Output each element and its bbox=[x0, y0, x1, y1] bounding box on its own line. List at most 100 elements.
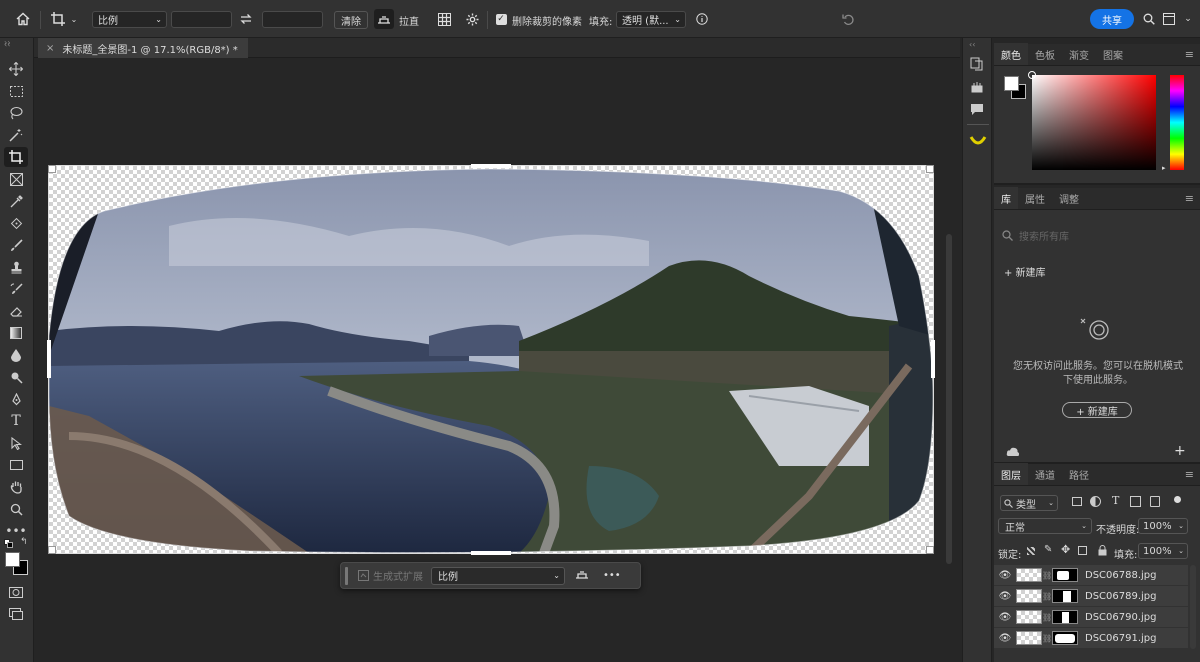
hue-slider[interactable] bbox=[1170, 75, 1184, 170]
lock-artboard-icon[interactable] bbox=[1078, 546, 1087, 555]
lasso-tool-icon[interactable] bbox=[4, 103, 28, 123]
crop-handle-bottom[interactable] bbox=[471, 551, 511, 555]
crop-tool-icon[interactable] bbox=[4, 147, 28, 167]
tab-gradients[interactable]: 渐变 bbox=[1062, 43, 1096, 65]
fill-select[interactable]: 透明 (默... ⌄ bbox=[616, 11, 686, 28]
add-icon[interactable]: + bbox=[1174, 443, 1186, 459]
path-selection-icon[interactable] bbox=[4, 433, 28, 453]
width-input[interactable] bbox=[171, 11, 232, 28]
collapse-icon[interactable]: ‹‹ bbox=[969, 40, 975, 49]
eyedropper-icon[interactable] bbox=[4, 191, 28, 211]
more-options-button[interactable]: ••• bbox=[603, 570, 621, 581]
brush-tool-icon[interactable] bbox=[4, 235, 28, 255]
workspace-icon[interactable] bbox=[1160, 9, 1178, 29]
visibility-eye-icon[interactable]: 👁 bbox=[994, 591, 1016, 602]
zoom-tool-icon[interactable] bbox=[4, 499, 28, 519]
rectangle-tool-icon[interactable] bbox=[4, 455, 28, 475]
link-icon[interactable]: ⛓ bbox=[1042, 613, 1052, 622]
home-icon[interactable] bbox=[12, 9, 34, 29]
hand-tool-icon[interactable] bbox=[4, 477, 28, 497]
filter-pixel-icon[interactable] bbox=[1072, 497, 1082, 506]
document-tab[interactable]: × 未标题_全景图-1 @ 17.1%(RGB/8*) * bbox=[38, 38, 248, 58]
color-field[interactable] bbox=[1028, 71, 1156, 170]
history-brush-icon[interactable] bbox=[4, 279, 28, 299]
layer-row[interactable]: 👁 ⛓ DSC06788.jpg bbox=[994, 565, 1188, 585]
lock-transparency-icon[interactable] bbox=[1027, 547, 1035, 555]
tab-properties[interactable]: 属性 bbox=[1018, 187, 1052, 209]
crop-tool-preset-icon[interactable]: ⌄ bbox=[47, 9, 81, 29]
context-ratio-select[interactable]: 比例 ⌄ bbox=[431, 566, 565, 585]
height-input[interactable] bbox=[262, 11, 323, 28]
filter-smart-object-icon[interactable] bbox=[1150, 496, 1160, 507]
opacity-input[interactable]: 100% ⌄ bbox=[1138, 518, 1188, 534]
straighten-icon[interactable] bbox=[575, 568, 589, 583]
lock-pixels-icon[interactable]: ✎ bbox=[1044, 544, 1052, 555]
generative-expand-button[interactable]: 生成式扩展 bbox=[358, 568, 423, 583]
straighten-icon[interactable] bbox=[374, 9, 394, 29]
new-library-link[interactable]: + 新建库 bbox=[1004, 264, 1046, 279]
layer-row[interactable]: 👁 ⛓ DSC06791.jpg bbox=[994, 628, 1188, 648]
layer-row[interactable]: 👁 ⛓ DSC06790.jpg bbox=[994, 607, 1188, 627]
type-tool-icon[interactable]: T bbox=[4, 411, 28, 431]
crop-handle-bottom-right[interactable] bbox=[926, 546, 934, 554]
layer-row[interactable]: 👁 ⛓ DSC06789.jpg bbox=[994, 586, 1188, 606]
panel-menu-icon[interactable]: ≡ bbox=[1185, 468, 1200, 481]
tab-swatches[interactable]: 色板 bbox=[1028, 43, 1062, 65]
fill-input[interactable]: 100% ⌄ bbox=[1138, 543, 1188, 559]
swap-icon[interactable] bbox=[236, 9, 256, 29]
blur-tool-icon[interactable] bbox=[4, 345, 28, 365]
cloud-sync-icon[interactable] bbox=[1006, 447, 1020, 460]
tab-color[interactable]: 颜色 bbox=[994, 43, 1028, 65]
gradient-tool-icon[interactable] bbox=[4, 323, 28, 343]
filter-adjustment-icon[interactable] bbox=[1090, 496, 1101, 507]
layer-mask-thumbnail[interactable] bbox=[1052, 589, 1078, 603]
undo-reset-icon[interactable] bbox=[838, 9, 858, 29]
blend-mode-select[interactable]: 正常 ⌄ bbox=[998, 518, 1092, 534]
delete-cropped-checkbox[interactable]: ✓ bbox=[494, 9, 508, 29]
fg-bg-color-chips[interactable] bbox=[1003, 75, 1029, 101]
tab-adjustments[interactable]: 调整 bbox=[1052, 187, 1086, 209]
lock-all-icon[interactable] bbox=[1098, 545, 1107, 559]
new-library-button[interactable]: + 新建库 bbox=[1062, 402, 1132, 418]
plugin-icon[interactable] bbox=[969, 134, 987, 151]
actions-icon[interactable] bbox=[970, 81, 984, 96]
chevron-down-icon[interactable]: ⌄ bbox=[1180, 9, 1196, 29]
pen-tool-icon[interactable] bbox=[4, 389, 28, 409]
crop-handle-left[interactable] bbox=[47, 340, 51, 378]
crop-handle-right[interactable] bbox=[931, 340, 935, 378]
visibility-eye-icon[interactable]: 👁 bbox=[994, 633, 1016, 644]
tab-channels[interactable]: 通道 bbox=[1028, 463, 1062, 485]
healing-brush-icon[interactable] bbox=[4, 213, 28, 233]
filter-toggle-icon[interactable] bbox=[1174, 496, 1181, 503]
tab-paths[interactable]: 路径 bbox=[1062, 463, 1096, 485]
link-icon[interactable]: ⛓ bbox=[1042, 571, 1052, 580]
swap-colors-icon[interactable]: ↰ bbox=[20, 537, 28, 547]
vertical-scrollbar[interactable] bbox=[946, 234, 952, 564]
crop-handle-top-left[interactable] bbox=[48, 165, 56, 173]
panel-menu-icon[interactable]: ≡ bbox=[1185, 192, 1200, 205]
comments-icon[interactable] bbox=[970, 103, 984, 119]
link-icon[interactable]: ⛓ bbox=[1042, 592, 1052, 601]
crop-frame[interactable] bbox=[48, 165, 934, 554]
color-swatches[interactable] bbox=[4, 551, 30, 577]
filter-shape-icon[interactable] bbox=[1130, 496, 1141, 507]
crop-handle-top-right[interactable] bbox=[926, 165, 934, 173]
overlay-grid-icon[interactable] bbox=[434, 9, 454, 29]
document-tab-close-icon[interactable]: × bbox=[46, 43, 54, 54]
move-tool-icon[interactable] bbox=[4, 59, 28, 79]
visibility-eye-icon[interactable]: 👁 bbox=[994, 612, 1016, 623]
info-icon[interactable] bbox=[694, 9, 710, 29]
crop-handle-top[interactable] bbox=[471, 164, 511, 168]
eraser-tool-icon[interactable] bbox=[4, 301, 28, 321]
collapse-toolbar-icon[interactable]: ‹‹ bbox=[4, 40, 10, 49]
library-search[interactable]: 搜索所有库 bbox=[1002, 226, 1192, 244]
quick-mask-icon[interactable] bbox=[4, 582, 28, 602]
tab-patterns[interactable]: 图案 bbox=[1096, 43, 1130, 65]
tab-layers[interactable]: 图层 bbox=[994, 463, 1028, 485]
history-icon[interactable] bbox=[970, 57, 984, 74]
marquee-tool-icon[interactable] bbox=[4, 81, 28, 101]
layers-scrollbar[interactable] bbox=[1190, 565, 1196, 649]
magic-wand-icon[interactable] bbox=[4, 125, 28, 145]
drag-handle[interactable] bbox=[345, 566, 348, 585]
lock-position-icon[interactable]: ✥ bbox=[1061, 543, 1070, 556]
